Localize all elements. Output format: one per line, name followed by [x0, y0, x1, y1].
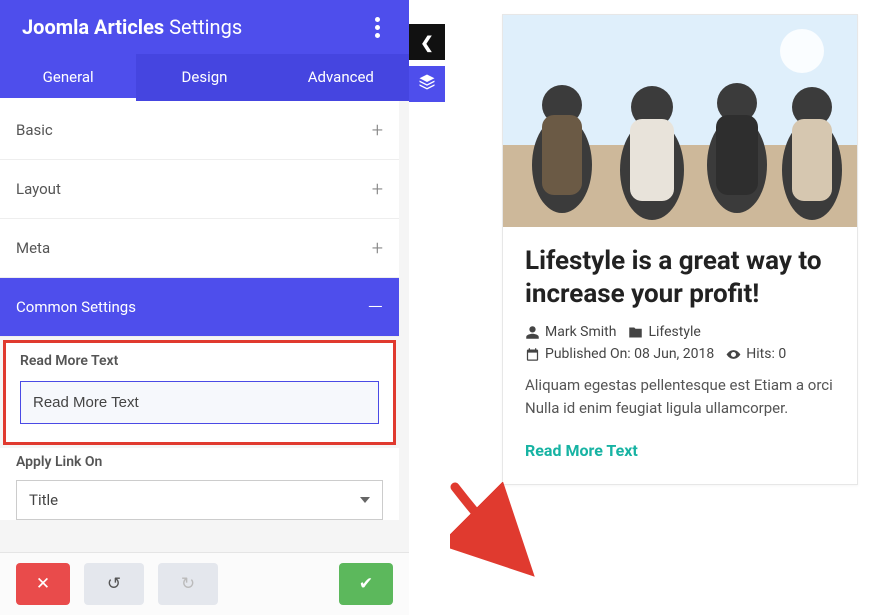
- meta-author: Mark Smith: [525, 324, 616, 340]
- layers-icon: [418, 73, 436, 95]
- kebab-menu-icon[interactable]: [367, 14, 387, 40]
- meta-category: Lifestyle: [628, 324, 700, 340]
- article-body: Lifestyle is a great way to increase you…: [503, 227, 857, 484]
- redo-icon: ↻: [181, 574, 195, 594]
- minus-icon: —: [368, 295, 383, 319]
- eye-icon: [726, 347, 741, 362]
- meta-row-1: Mark Smith Lifestyle: [525, 324, 835, 340]
- sections-scroll[interactable]: Basic + Layout + Meta + Common Settings …: [0, 101, 409, 586]
- plus-icon: +: [372, 236, 383, 260]
- undo-icon: ↺: [107, 574, 121, 594]
- preview-side-actions: ❮: [409, 24, 445, 108]
- user-icon: [525, 325, 540, 340]
- apply-link-label: Apply Link On: [16, 454, 383, 470]
- meta-row-2: Published On: 08 Jun, 2018 Hits: 0: [525, 346, 835, 362]
- settings-panel: Joomla Articles Settings General Design …: [0, 0, 409, 615]
- chevron-left-icon: ❮: [420, 33, 433, 52]
- panel-header: Joomla Articles Settings: [0, 0, 409, 54]
- tab-advanced[interactable]: Advanced: [273, 54, 409, 101]
- apply-link-field-box: Apply Link On Title: [0, 448, 399, 520]
- undo-button[interactable]: ↺: [84, 563, 144, 605]
- tab-general[interactable]: General: [0, 54, 136, 101]
- article-excerpt: Aliquam egestas pellentesque est Etiam a…: [525, 374, 835, 421]
- section-basic[interactable]: Basic +: [0, 101, 399, 160]
- annotation-arrow-icon: [450, 482, 540, 582]
- section-meta-label: Meta: [16, 239, 50, 257]
- check-icon: ✔: [359, 574, 373, 594]
- close-icon: ✕: [36, 574, 50, 594]
- read-more-label: Read More Text: [20, 353, 379, 369]
- read-more-link[interactable]: Read More Text: [525, 441, 638, 460]
- tabs: General Design Advanced: [0, 54, 409, 101]
- read-more-input[interactable]: [20, 381, 379, 424]
- tab-design[interactable]: Design: [136, 54, 272, 101]
- redo-button[interactable]: ↻: [158, 563, 218, 605]
- section-basic-label: Basic: [16, 121, 53, 139]
- apply-link-value: Title: [29, 491, 58, 509]
- calendar-icon: [525, 347, 540, 362]
- section-layout[interactable]: Layout +: [0, 160, 399, 219]
- hits-value: Hits: 0: [746, 346, 786, 362]
- panel-title: Joomla Articles Settings: [22, 15, 242, 39]
- apply-link-select[interactable]: Title: [16, 480, 383, 520]
- meta-hits: Hits: 0: [726, 346, 786, 362]
- section-meta[interactable]: Meta +: [0, 219, 399, 278]
- bottom-toolbar: ✕ ↺ ↻ ✔: [0, 552, 409, 615]
- layers-button[interactable]: [409, 66, 445, 102]
- save-button[interactable]: ✔: [339, 563, 393, 605]
- article-card: Lifestyle is a great way to increase you…: [502, 14, 858, 485]
- cancel-button[interactable]: ✕: [16, 563, 70, 605]
- section-layout-label: Layout: [16, 180, 61, 198]
- category-value: Lifestyle: [648, 324, 700, 340]
- published-value: Published On: 08 Jun, 2018: [545, 346, 714, 362]
- article-image: [503, 15, 857, 227]
- author-value: Mark Smith: [545, 324, 616, 340]
- article-title: Lifestyle is a great way to increase you…: [525, 245, 835, 310]
- read-more-field-box: Read More Text: [3, 340, 396, 445]
- meta-published: Published On: 08 Jun, 2018: [525, 346, 714, 362]
- plus-icon: +: [372, 118, 383, 142]
- section-common-label: Common Settings: [16, 298, 136, 316]
- section-common-settings[interactable]: Common Settings —: [0, 278, 399, 337]
- plus-icon: +: [372, 177, 383, 201]
- folder-icon: [628, 325, 643, 340]
- collapse-panel-button[interactable]: ❮: [409, 24, 445, 60]
- chevron-down-icon: [360, 497, 370, 503]
